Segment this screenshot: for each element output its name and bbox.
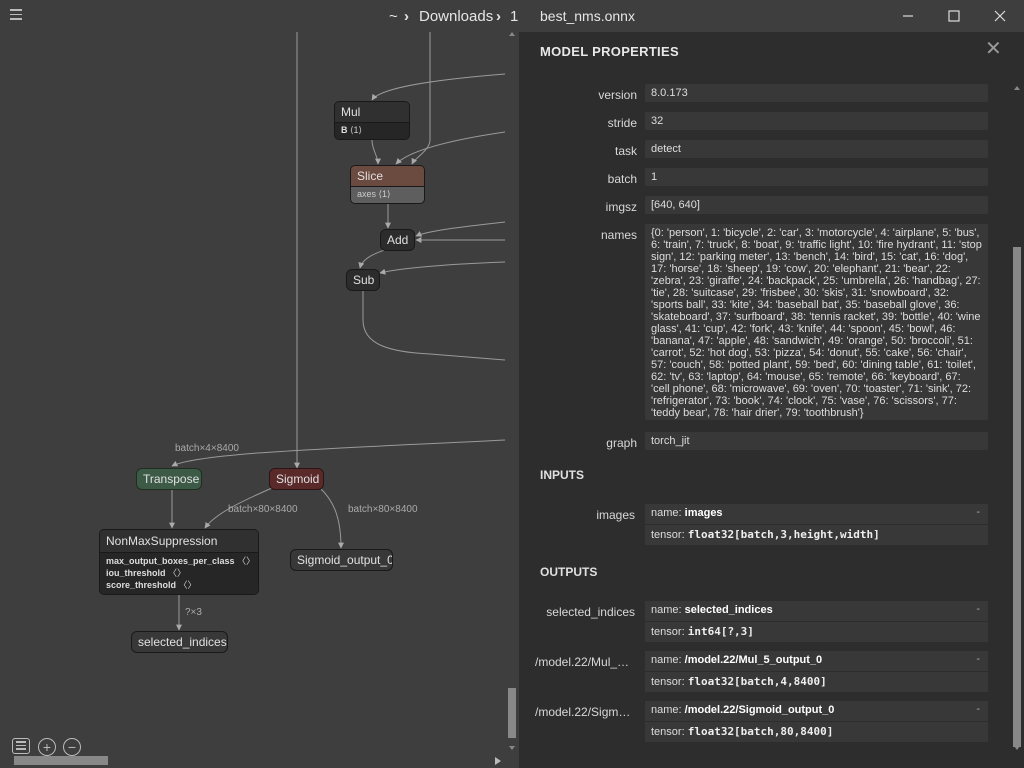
close-icon[interactable] (990, 6, 1010, 26)
collapse-toggle[interactable]: - (976, 653, 980, 665)
edge-label-transpose-in: batch×4×8400 (175, 443, 239, 454)
collapse-toggle[interactable]: - (976, 703, 980, 715)
node-transpose-title: Transpose (143, 472, 200, 486)
output-sigmoid[interactable]: name: /model.22/Sigmoid_output_0- tensor… (645, 701, 988, 742)
property-row-task: task detect (519, 138, 989, 158)
input-label-images: images (596, 508, 635, 522)
breadcrumb-downloads[interactable]: Downloads (419, 8, 493, 25)
maximize-icon[interactable] (944, 6, 964, 26)
node-add-title: Add (387, 233, 409, 247)
node-sub[interactable]: Sub (346, 269, 380, 291)
output-label-selected-indices: selected_indices (546, 605, 635, 619)
node-sigmoid[interactable]: Sigmoid (269, 468, 324, 490)
graph-vertical-scrollbar[interactable] (507, 32, 517, 754)
node-mul-title: Mul (335, 102, 409, 122)
breadcrumb-home[interactable]: ~ (389, 8, 398, 25)
node-mul[interactable]: Mul B ⟨1⟩ (334, 101, 410, 140)
edge (411, 32, 431, 165)
node-slice[interactable]: Slice axes ⟨1⟩ (350, 165, 425, 204)
collapse-toggle[interactable]: - (976, 506, 980, 518)
output-selected-indices[interactable]: name: selected_indices - tensor: int64[?,… (645, 601, 988, 642)
edge (371, 139, 381, 165)
edge-label-sigmoid-to-output: batch×80×8400 (348, 504, 418, 515)
node-slice-title: Slice (351, 166, 424, 186)
edge (362, 290, 506, 361)
node-sigmoid-title: Sigmoid (276, 472, 320, 486)
zoom-in-icon[interactable]: + (38, 738, 56, 756)
file-name: best_nms.onnx (540, 8, 635, 24)
breadcrumb-folder[interactable]: 1 (510, 8, 518, 25)
list-icon[interactable] (12, 738, 30, 754)
chevron-right-icon: › (404, 8, 409, 25)
graph-horizontal-scrollbar[interactable] (14, 756, 108, 765)
property-row-batch: batch 1 (519, 166, 989, 186)
node-nms-attrs: max_output_boxes_per_class 〈〉 iou_thresh… (100, 552, 258, 594)
property-row-imgsz: imgsz [640, 640] (519, 194, 989, 214)
edge (319, 487, 344, 549)
property-row-stride: stride 32 (519, 110, 989, 130)
node-selected-indices-title: selected_indices (138, 635, 227, 649)
node-sub-title: Sub (353, 273, 375, 287)
inputs-section-title: INPUTS (540, 468, 585, 482)
node-transpose[interactable]: Transpose (136, 468, 202, 490)
property-row-version: version 8.0.173 (519, 82, 989, 102)
edge (371, 73, 506, 101)
zoom-out-icon[interactable]: − (63, 738, 81, 756)
collapse-toggle[interactable]: - (976, 603, 980, 615)
node-selected-indices[interactable]: selected_indices (131, 631, 228, 653)
edge-label-nms-out: ?×3 (185, 607, 202, 618)
outputs-section-title: OUTPUTS (540, 565, 598, 579)
minimize-icon[interactable] (898, 6, 918, 26)
panel-vertical-scrollbar[interactable] (1012, 32, 1022, 754)
output-label-mul: /model.22/Mul_5… (535, 655, 635, 669)
edge (358, 249, 386, 269)
edge (395, 131, 506, 165)
node-sigmoid-output[interactable]: Sigmoid_output_0 (290, 549, 393, 571)
edge-label-sigmoid-to-nms: batch×80×8400 (228, 504, 298, 515)
output-mul[interactable]: name: /model.22/Mul_5_output_0- tensor: … (645, 651, 988, 692)
title-bar: ~ › Downloads › 1 best_nms.onnx (0, 0, 1024, 32)
node-slice-attrs: axes ⟨1⟩ (351, 186, 424, 203)
menu-icon[interactable] (10, 9, 22, 21)
model-properties-panel: MODEL PROPERTIES ✕ version 8.0.173 strid… (519, 32, 1024, 768)
output-label-sigmoid: /model.22/Sigmo… (535, 705, 635, 719)
property-row-names: names {0: 'person', 1: 'bicycle', 2: 'ca… (519, 222, 989, 422)
panel-title: MODEL PROPERTIES (540, 44, 679, 59)
property-row-graph: graph torch_jit (519, 430, 989, 450)
node-sigmoid-output-title: Sigmoid_output_0 (297, 553, 393, 567)
edge (379, 261, 506, 275)
chevron-right-icon: › (496, 8, 501, 25)
input-images[interactable]: name: images - tensor: float32[batch,3,he… (645, 504, 988, 545)
close-icon[interactable]: ✕ (985, 36, 1002, 61)
node-mul-attrs: B ⟨1⟩ (335, 122, 409, 139)
edge (415, 221, 506, 237)
node-nms[interactable]: NonMaxSuppression max_output_boxes_per_c… (99, 529, 259, 595)
node-nms-title: NonMaxSuppression (100, 530, 258, 552)
node-add[interactable]: Add (380, 229, 415, 251)
scroll-right-arrow[interactable] (495, 757, 501, 765)
